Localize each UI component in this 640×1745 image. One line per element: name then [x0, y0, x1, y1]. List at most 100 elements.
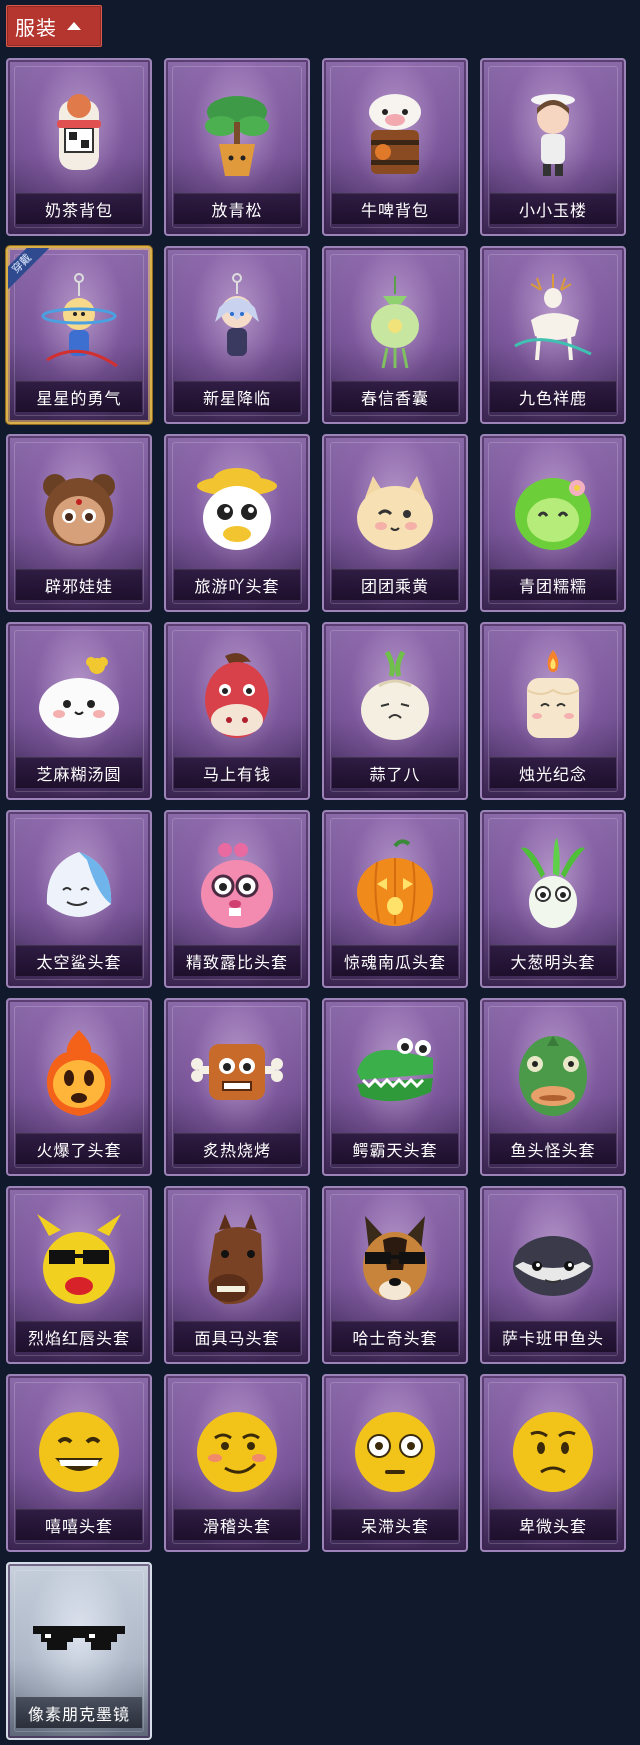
costume-item-card[interactable]: 面具马头套: [164, 1186, 310, 1364]
item-name: 辟邪娃娃: [44, 577, 113, 596]
timid-emoji-icon: [482, 1388, 624, 1508]
item-name: 精致露比头套: [185, 953, 288, 972]
costume-item-card[interactable]: 精致露比头套: [164, 810, 310, 988]
costume-item-card[interactable]: 鱼头怪头套: [480, 998, 626, 1176]
item-name: 马上有钱: [202, 765, 271, 784]
item-name-bar: 鱼头怪头套: [490, 1133, 616, 1164]
costume-item-card[interactable]: 呆滞头套: [322, 1374, 468, 1552]
costume-page: 服装 奶茶背包 放青松 牛啤背包 小小玉楼穿戴 星星的勇气 新星降临 春信香囊 九色祥鹿辟邪娃…: [0, 0, 640, 1745]
costume-item-card[interactable]: 团团乘黄: [322, 434, 468, 612]
meat-bone-icon: [166, 1012, 308, 1132]
item-name: 青团糯糯: [518, 577, 587, 596]
item-name-bar: 卑微头套: [490, 1509, 616, 1540]
caret-up-icon: [67, 22, 81, 30]
costume-item-card[interactable]: 萨卡班甲鱼头: [480, 1186, 626, 1364]
item-name-bar: 哈士奇头套: [332, 1321, 458, 1352]
costume-grid: 奶茶背包 放青松 牛啤背包 小小玉楼穿戴 星星的勇气 新星降临 春信香囊 九色祥鹿辟邪娃娃 旅游…: [6, 58, 626, 1740]
costume-item-card[interactable]: 烈焰红唇头套: [6, 1186, 152, 1364]
item-name-bar: 大葱明头套: [490, 945, 616, 976]
item-name: 惊魂南瓜头套: [343, 953, 446, 972]
pixel-sunglasses-icon: [8, 1576, 150, 1696]
costume-item-card[interactable]: 太空鲨头套: [6, 810, 152, 988]
yellow-pika-head-icon: [8, 1200, 150, 1320]
costume-item-card[interactable]: 芝麻糊汤圆: [6, 622, 152, 800]
costume-item-card[interactable]: 奶茶背包: [6, 58, 152, 236]
item-name-bar: 小小玉楼: [490, 193, 616, 224]
milk-tea-backpack-icon: [8, 72, 150, 192]
costume-item-card[interactable]: 蒜了八: [322, 622, 468, 800]
red-horse-icon: [166, 636, 308, 756]
costume-item-card[interactable]: 放青松: [164, 58, 310, 236]
scallion-head-icon: [482, 824, 624, 944]
item-name-bar: 火爆了头套: [16, 1133, 142, 1164]
garlic-icon: [324, 636, 466, 756]
potted-pine-icon: [166, 72, 308, 192]
costume-item-card[interactable]: 鳄霸天头套: [322, 998, 468, 1176]
pumpkin-head-icon: [324, 824, 466, 944]
costume-item-card[interactable]: 旅游吖头套: [164, 434, 310, 612]
costume-category-toggle[interactable]: 服装: [6, 5, 102, 47]
costume-item-card[interactable]: 嘻嘻头套: [6, 1374, 152, 1552]
item-name-bar: 九色祥鹿: [490, 381, 616, 412]
sachet-icon: [324, 260, 466, 380]
nova-keychain-icon: [166, 260, 308, 380]
item-name: 蒜了八: [369, 765, 421, 784]
item-name-bar: 马上有钱: [174, 757, 300, 788]
item-name: 芝麻糊汤圆: [36, 765, 122, 784]
item-name: 太空鲨头套: [36, 953, 122, 972]
cow-barrel-backpack-icon: [324, 72, 466, 192]
item-name: 牛啤背包: [360, 201, 429, 220]
costume-item-card[interactable]: 炙热烧烤: [164, 998, 310, 1176]
deer-charm-icon: [482, 260, 624, 380]
costume-item-card[interactable]: 春信香囊: [322, 246, 468, 424]
item-name: 星星的勇气: [36, 389, 122, 408]
armored-fish-head-icon: [482, 1200, 624, 1320]
item-name: 炙热烧烤: [202, 1141, 271, 1160]
item-name: 火爆了头套: [36, 1141, 122, 1160]
item-name: 鱼头怪头套: [510, 1141, 596, 1160]
category-label: 服装: [15, 15, 57, 40]
horse-mask-icon: [166, 1200, 308, 1320]
item-name: 嘻嘻头套: [44, 1517, 113, 1536]
fire-head-icon: [8, 1012, 150, 1132]
item-name-bar: 青团糯糯: [490, 569, 616, 600]
item-name-bar: 惊魂南瓜头套: [332, 945, 458, 976]
costume-item-card[interactable]: 卑微头套: [480, 1374, 626, 1552]
costume-item-card[interactable]: 火爆了头套: [6, 998, 152, 1176]
item-name: 呆滞头套: [360, 1517, 429, 1536]
dog-head-icon: [324, 1200, 466, 1320]
item-name-bar: 春信香囊: [332, 381, 458, 412]
crocodile-head-icon: [324, 1012, 466, 1132]
costume-item-card[interactable]: 大葱明头套: [480, 810, 626, 988]
item-name-bar: 芝麻糊汤圆: [16, 757, 142, 788]
item-name-bar: 嘻嘻头套: [16, 1509, 142, 1540]
item-name-bar: 呆滞头套: [332, 1509, 458, 1540]
costume-item-card[interactable]: 九色祥鹿: [480, 246, 626, 424]
costume-item-card[interactable]: 哈士奇头套: [322, 1186, 468, 1364]
costume-item-card[interactable]: 辟邪娃娃: [6, 434, 152, 612]
item-name-bar: 放青松: [174, 193, 300, 224]
costume-item-card[interactable]: 滑稽头套: [164, 1374, 310, 1552]
costume-item-card[interactable]: 青团糯糯: [480, 434, 626, 612]
costume-item-card[interactable]: 像素朋克墨镜: [6, 1562, 152, 1740]
item-name-bar: 辟邪娃娃: [16, 569, 142, 600]
green-dumpling-icon: [482, 448, 624, 568]
doll-head-icon: [8, 448, 150, 568]
item-name: 大葱明头套: [510, 953, 596, 972]
costume-item-card[interactable]: 惊魂南瓜头套: [322, 810, 468, 988]
item-name: 旅游吖头套: [194, 577, 280, 596]
item-name: 九色祥鹿: [518, 389, 587, 408]
costume-item-card[interactable]: 穿戴 星星的勇气: [6, 246, 152, 424]
item-name-bar: 像素朋克墨镜: [16, 1697, 142, 1728]
costume-item-card[interactable]: 牛啤背包: [322, 58, 468, 236]
costume-item-card[interactable]: 马上有钱: [164, 622, 310, 800]
item-name-bar: 精致露比头套: [174, 945, 300, 976]
costume-item-card[interactable]: 烛光纪念: [480, 622, 626, 800]
item-name-bar: 萨卡班甲鱼头: [490, 1321, 616, 1352]
item-name: 春信香囊: [360, 389, 429, 408]
item-name-bar: 烛光纪念: [490, 757, 616, 788]
item-name: 面具马头套: [194, 1329, 280, 1348]
costume-item-card[interactable]: 新星降临: [164, 246, 310, 424]
costume-item-card[interactable]: 小小玉楼: [480, 58, 626, 236]
item-name-bar: 星星的勇气: [16, 381, 142, 412]
